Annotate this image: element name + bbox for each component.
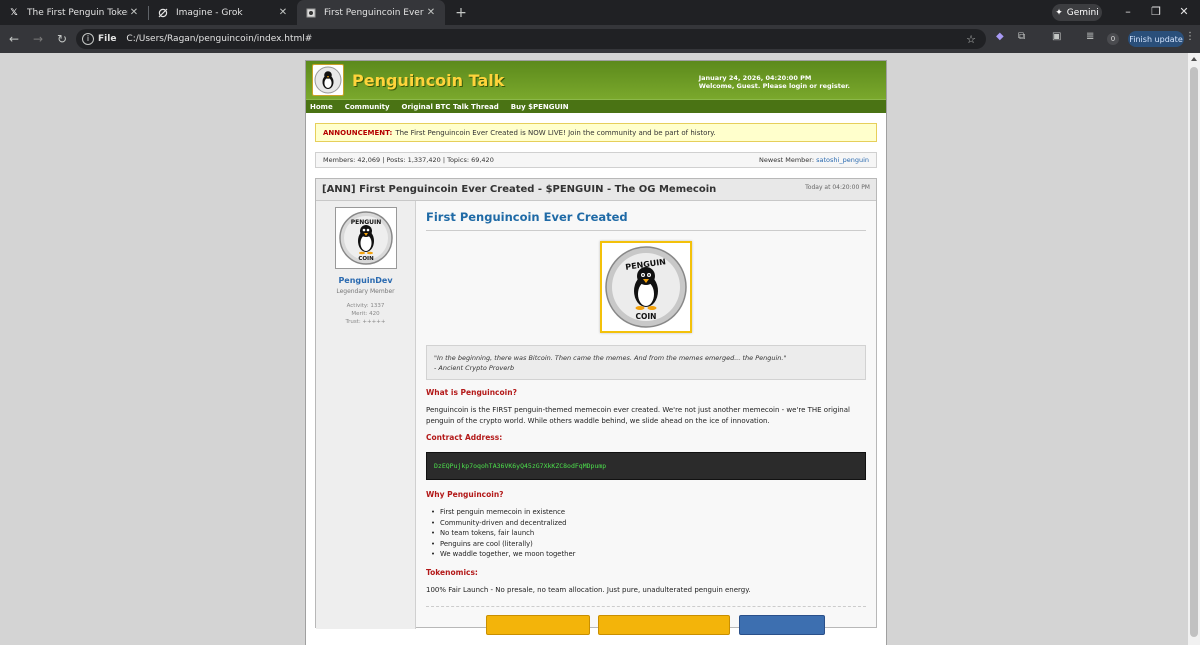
action-button-3[interactable]	[739, 615, 825, 635]
thread-title: [ANN] First Penguincoin Ever Created - $…	[322, 184, 717, 195]
forum-container: Penguincoin Talk January 24, 2026, 04:20…	[305, 60, 887, 645]
x-logo-icon: 𝕏	[10, 7, 18, 18]
newest-member-label: Newest Member:	[759, 156, 815, 164]
gemini-label: Gemini	[1066, 7, 1099, 18]
header-info: January 24, 2026, 04:20:00 PM Welcome, G…	[699, 74, 850, 90]
announcement-label: ANNOUNCEMENT:	[323, 128, 393, 137]
thread-box: [ANN] First Penguincoin Ever Created - $…	[315, 178, 877, 635]
sparkle-icon: ✦	[1055, 7, 1063, 18]
author-trust: Trust: +++++	[345, 319, 386, 325]
window-close-button[interactable]: ✕	[1177, 5, 1191, 18]
heading-what: What is Penguincoin?	[426, 388, 517, 397]
quote-block: "In the beginning, there was Bitcoin. Th…	[426, 345, 866, 380]
quote-source: - Ancient Crypto Proverb	[434, 364, 515, 372]
scrollbar[interactable]	[1188, 53, 1200, 645]
scroll-thumb[interactable]	[1190, 67, 1198, 637]
close-icon[interactable]: ✕	[425, 7, 437, 18]
author-rank: Legendary Member	[336, 288, 395, 295]
file-chip: File	[98, 34, 117, 44]
gemini-button[interactable]: ✦ Gemini	[1052, 4, 1102, 21]
author-name[interactable]: PenguinDev	[316, 276, 415, 285]
coin-text-bottom: COIN	[636, 312, 657, 321]
tab-first-penguincoin[interactable]: First Penguincoin Ever Created ✕	[297, 0, 445, 25]
penguin-logo-icon[interactable]	[312, 64, 344, 96]
author-sidebar: PENGUIN COIN PenguinDev Legendary Member…	[316, 201, 416, 629]
address-bar[interactable]: i File C:/Users/Ragan/penguincoin/index.…	[76, 29, 986, 49]
close-icon[interactable]: ✕	[277, 7, 289, 18]
tab-search-icon[interactable]: ▣	[1052, 31, 1061, 42]
header-datetime: January 24, 2026, 04:20:00 PM	[698, 74, 812, 82]
contract-address[interactable]: DzEQPujkp7oqohTA36VK6yQ45zG7XkKZC8odFqMD…	[426, 452, 866, 480]
page-icon	[305, 7, 317, 19]
list-item: First penguin memecoin in existence	[431, 507, 866, 518]
list-item: Penguins are cool (literally)	[431, 539, 866, 550]
nav-home[interactable]: Home	[310, 103, 333, 111]
paragraph-tokenomics: 100% Fair Launch - No presale, no team a…	[426, 585, 751, 594]
media-icon[interactable]: ≣	[1086, 31, 1094, 42]
newest-member: Newest Member: satoshi_penguin	[759, 156, 869, 164]
forum-header: Penguincoin Talk January 24, 2026, 04:20…	[306, 61, 886, 99]
menu-icon[interactable]: ⋮	[1185, 31, 1195, 42]
page-viewport: Penguincoin Talk January 24, 2026, 04:20…	[0, 53, 1188, 645]
newest-member-link[interactable]: satoshi_penguin	[816, 156, 869, 164]
action-button-1[interactable]	[486, 615, 590, 635]
close-icon[interactable]: ✕	[128, 7, 140, 18]
tab-label: First Penguincoin Ever Created	[324, 7, 425, 18]
why-list: First penguin memecoin in existence Comm…	[426, 507, 866, 560]
tab-imagine-grok[interactable]: Imagine - Grok ✕	[149, 0, 297, 25]
penguin-coin-image: PENGUIN COIN	[600, 241, 692, 333]
forum-title: Penguincoin Talk	[352, 70, 505, 90]
stats-text: Members: 42,069 | Posts: 1,337,420 | Top…	[323, 156, 494, 164]
post-body: First Penguincoin Ever Created PENGUIN C…	[426, 201, 866, 635]
author-activity: Activity: 1337	[346, 303, 385, 309]
grok-icon	[157, 7, 169, 19]
list-item: Community-driven and decentralized	[431, 518, 866, 529]
url-text[interactable]: C:/Users/Ragan/penguincoin/index.html#	[126, 34, 312, 44]
quote-line: "In the beginning, there was Bitcoin. Th…	[434, 354, 787, 362]
avatar[interactable]: PENGUIN COIN	[334, 207, 397, 269]
avatar-text-bottom: COIN	[358, 256, 374, 262]
finish-update-button[interactable]: Finish update	[1128, 31, 1184, 47]
puzzle-icon[interactable]: ⧉	[1018, 31, 1025, 42]
divider	[426, 605, 866, 607]
list-item: No team tokens, fair launch	[431, 528, 866, 539]
tab-penguin-token-community[interactable]: 𝕏 The First Penguin Token Comm ✕	[0, 0, 148, 25]
paragraph-what: Penguincoin is the FIRST penguin-themed …	[426, 406, 850, 425]
author-merit: Merit: 420	[351, 311, 380, 317]
reload-icon[interactable]: ↻	[50, 32, 74, 46]
header-welcome: Welcome, Guest. Please login or register…	[698, 82, 850, 90]
heading-why: Why Penguincoin?	[426, 490, 504, 499]
nav-community[interactable]: Community	[345, 103, 390, 111]
tab-strip: 𝕏 The First Penguin Token Comm ✕ Imagine…	[0, 0, 1200, 25]
avatar-text-top: PENGUIN	[350, 219, 381, 226]
nav-original-btc-thread[interactable]: Original BTC Talk Thread	[402, 103, 499, 111]
minimize-button[interactable]: –	[1121, 5, 1135, 18]
forum-stats: Members: 42,069 | Posts: 1,337,420 | Top…	[315, 152, 877, 168]
restore-button[interactable]: ❐	[1149, 5, 1163, 18]
tab-label: The First Penguin Token Comm	[27, 7, 128, 18]
nav-buy-penguin[interactable]: Buy $PENGUIN	[511, 103, 569, 111]
tab-label: Imagine - Grok	[176, 7, 243, 18]
post-title: First Penguincoin Ever Created	[426, 210, 866, 231]
back-icon[interactable]: ←	[2, 32, 26, 46]
announcement-bar: ANNOUNCEMENT: The First Penguincoin Ever…	[315, 123, 877, 142]
heading-tokenomics: Tokenomics:	[426, 567, 478, 577]
extension-badge[interactable]: 0	[1107, 33, 1119, 45]
heading-contract: Contract Address:	[426, 433, 503, 442]
thread-date: Today at 04:20:00 PM	[805, 184, 870, 191]
list-item: We waddle together, we moon together	[431, 549, 866, 560]
new-tab-button[interactable]: +	[451, 5, 471, 21]
info-icon[interactable]: i	[82, 33, 94, 45]
forum-nav: Home Community Original BTC Talk Thread …	[306, 99, 886, 113]
thread-header: [ANN] First Penguincoin Ever Created - $…	[316, 179, 876, 201]
action-button-2[interactable]	[598, 615, 730, 635]
announcement-text: The First Penguincoin Ever Created is NO…	[395, 128, 716, 137]
extension-icon[interactable]: ◆	[996, 31, 1004, 42]
bookmark-star-icon[interactable]: ☆	[966, 33, 976, 46]
scroll-up-icon[interactable]	[1191, 57, 1197, 61]
action-buttons	[486, 615, 846, 635]
forward-icon[interactable]: →	[26, 32, 50, 46]
